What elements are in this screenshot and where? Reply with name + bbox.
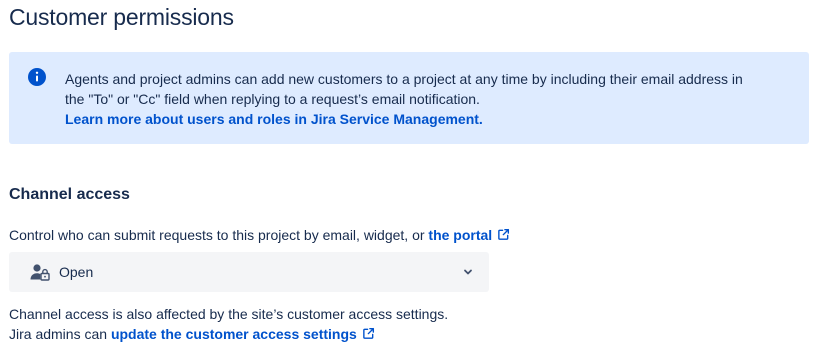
select-value: Open [59, 264, 94, 280]
footnote-line-2: Jira admins can update the customer acce… [9, 324, 448, 344]
channel-access-select[interactable]: Open [9, 252, 489, 292]
footnote-line-1: Channel access is also affected by the s… [9, 306, 449, 322]
page-title: Customer permissions [9, 4, 234, 30]
customer-access-footnote: Channel access is also affected by the s… [9, 304, 448, 344]
channel-access-description-text: Control who can submit requests to this … [9, 227, 429, 243]
external-link-icon [362, 327, 374, 339]
user-lock-icon [30, 264, 50, 281]
update-settings-link-label: update the customer access settings [110, 326, 357, 342]
info-panel: Agents and project admins can add new cu… [9, 52, 809, 144]
info-line-1: Agents and project admins can add new cu… [65, 71, 743, 87]
channel-access-description: Control who can submit requests to this … [9, 225, 510, 245]
info-line-2: the "To" or "Cc" field when replying to … [65, 91, 480, 107]
portal-link[interactable]: the portal [428, 227, 510, 243]
customer-permissions-page: Customer permissions Agents and project … [0, 0, 816, 350]
footnote-line-2-text: Jira admins can [9, 326, 111, 342]
external-link-icon [498, 228, 510, 240]
chevron-down-icon [464, 269, 472, 275]
portal-link-label: the portal [428, 227, 493, 243]
learn-more-link[interactable]: Learn more about users and roles in Jira… [65, 111, 483, 127]
update-settings-link[interactable]: update the customer access settings [111, 326, 375, 342]
channel-access-heading: Channel access [9, 186, 130, 203]
info-icon [28, 68, 46, 86]
info-message: Agents and project admins can add new cu… [65, 69, 793, 129]
